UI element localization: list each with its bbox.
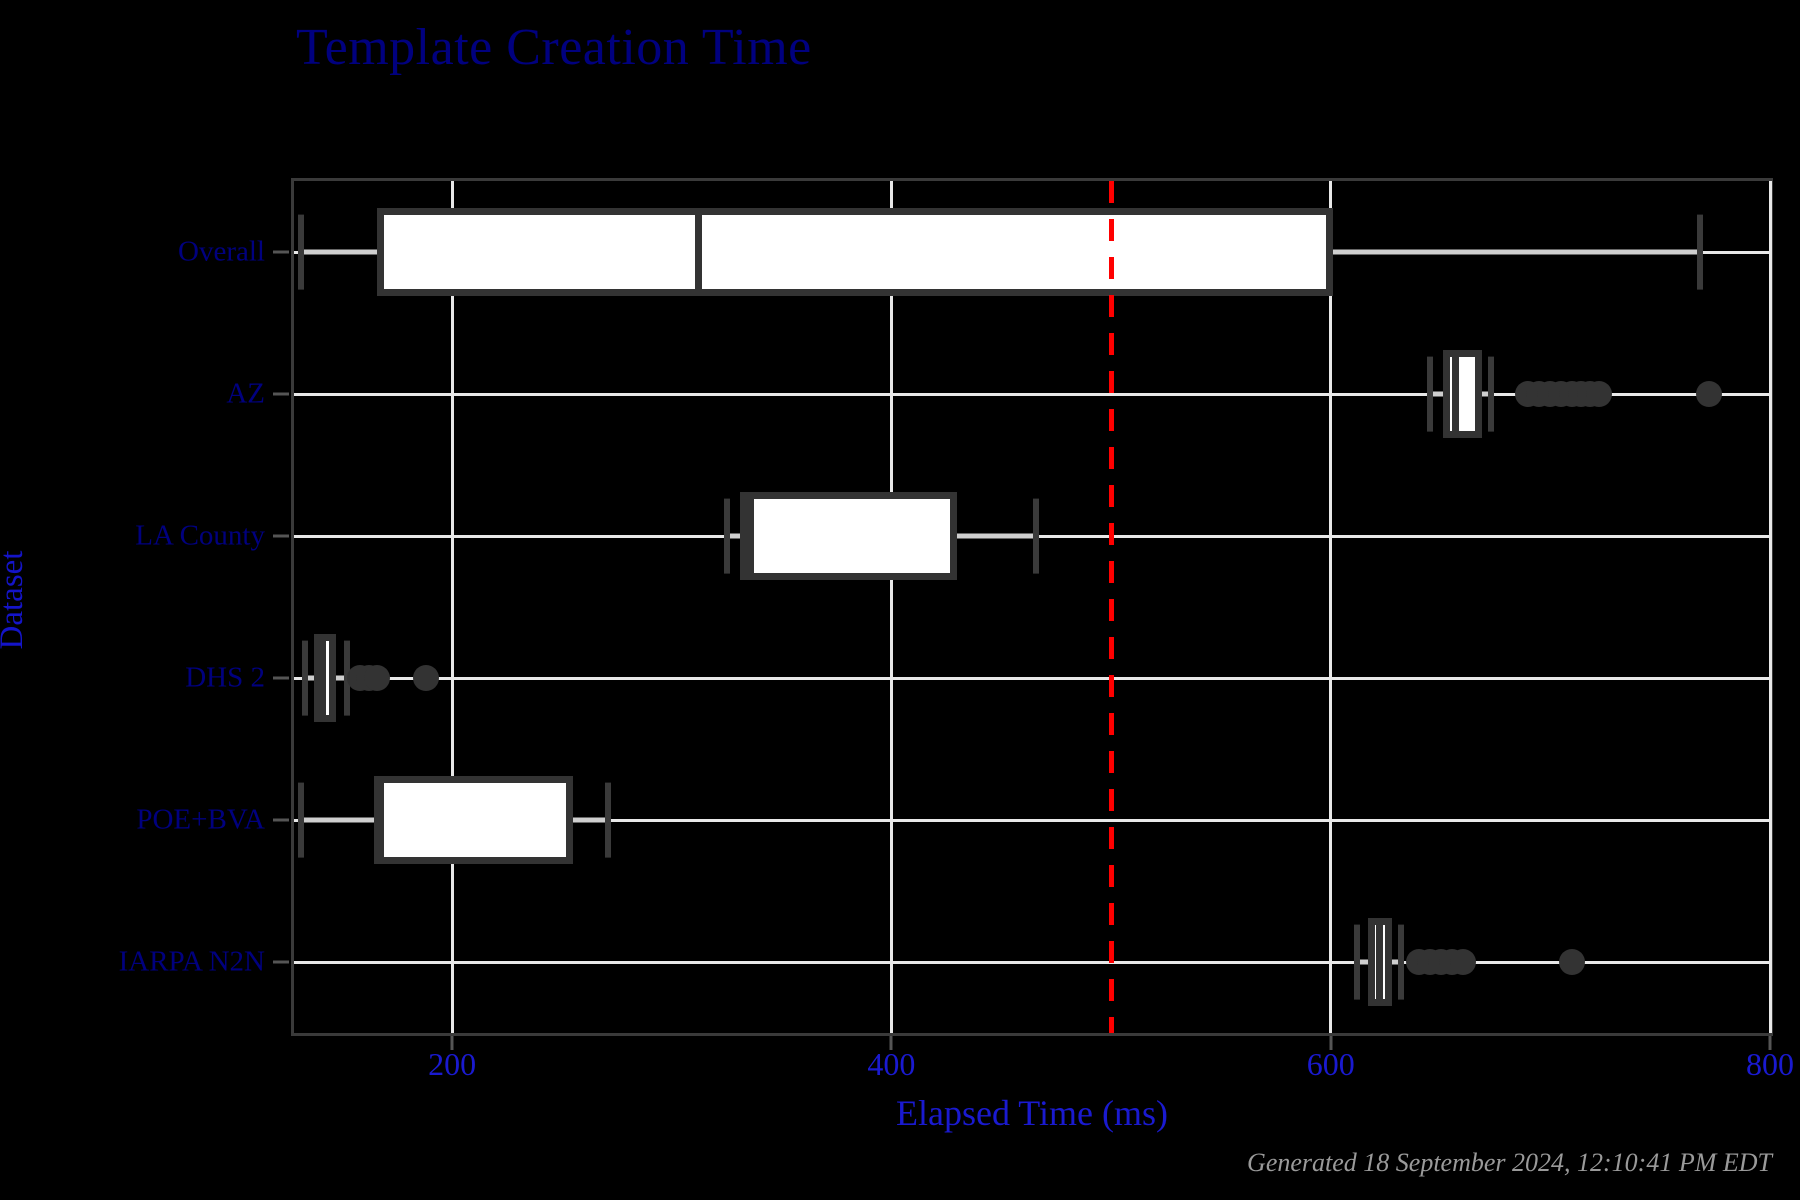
outlier-point — [364, 665, 391, 691]
gridline-horizontal — [294, 676, 1770, 680]
outlier-point — [412, 665, 439, 691]
median-line — [1375, 918, 1383, 1006]
median-line — [747, 492, 755, 580]
whisker-cap — [297, 214, 304, 290]
gridline-vertical — [450, 181, 454, 1033]
box-poe-bva — [377, 776, 573, 864]
y-tick-mark — [273, 960, 289, 964]
x-axis-title: Elapsed Time (ms) — [895, 1093, 1169, 1133]
whisker-cap — [1354, 924, 1361, 1000]
y-tick-mark — [273, 818, 289, 822]
x-tick-600: 600 — [1306, 1046, 1355, 1082]
box-overall — [377, 208, 1333, 296]
generated-timestamp: Generated 18 September 2024, 12:10:41 PM… — [1247, 1148, 1772, 1177]
whisker-cap — [297, 782, 304, 858]
y-tick-mark — [273, 676, 289, 680]
y-tick-az: AZ — [226, 377, 265, 410]
whisker-cap — [605, 782, 612, 858]
gridline-horizontal — [294, 960, 1770, 964]
whisker-cap — [301, 640, 308, 716]
box-az — [1442, 350, 1483, 438]
median-line — [1452, 350, 1460, 438]
plot-area — [291, 178, 1773, 1036]
y-tick-la-county: LA County — [135, 519, 265, 552]
gridline-vertical — [889, 181, 893, 1033]
box-la-county — [739, 492, 958, 580]
median-line — [694, 208, 702, 296]
whisker-cap — [1033, 498, 1040, 574]
whisker-cap — [1488, 356, 1495, 432]
y-tick-mark — [273, 534, 289, 538]
y-tick-mark — [273, 250, 289, 254]
outlier-point — [1449, 949, 1476, 975]
y-tick-iarpa-n2n: IARPA N2N — [118, 945, 265, 978]
median-line — [319, 634, 327, 722]
x-tick-mark — [450, 1036, 454, 1050]
y-tick-dhs-2: DHS 2 — [185, 661, 265, 694]
whisker-cap — [1398, 924, 1404, 1000]
y-axis-title: Dataset — [0, 550, 30, 650]
whisker-cap — [1426, 356, 1433, 432]
x-tick-200: 200 — [428, 1046, 477, 1082]
chart-title: Template Creation Time — [296, 19, 812, 76]
y-tick-overall: Overall — [178, 235, 265, 268]
reference-line-500ms — [1108, 181, 1114, 1033]
outlier-point — [1585, 381, 1612, 407]
y-tick-mark — [273, 392, 289, 396]
outlier-point — [1695, 381, 1722, 407]
x-tick-400: 400 — [867, 1046, 916, 1082]
x-tick-mark — [1768, 1036, 1772, 1050]
chart-canvas: Template Creation Time Dataset Overall AZ… — [0, 0, 1800, 1200]
x-tick-mark — [889, 1036, 893, 1050]
y-tick-poe-bva: POE+BVA — [136, 803, 265, 836]
outlier-point — [1559, 949, 1586, 975]
gridline-vertical — [1768, 181, 1772, 1033]
whisker-cap — [723, 498, 730, 574]
gridline-vertical — [1329, 181, 1333, 1033]
x-tick-mark — [1329, 1036, 1333, 1050]
median-line — [373, 776, 381, 864]
x-tick-800: 800 — [1746, 1046, 1794, 1082]
whisker-cap — [1696, 214, 1703, 290]
